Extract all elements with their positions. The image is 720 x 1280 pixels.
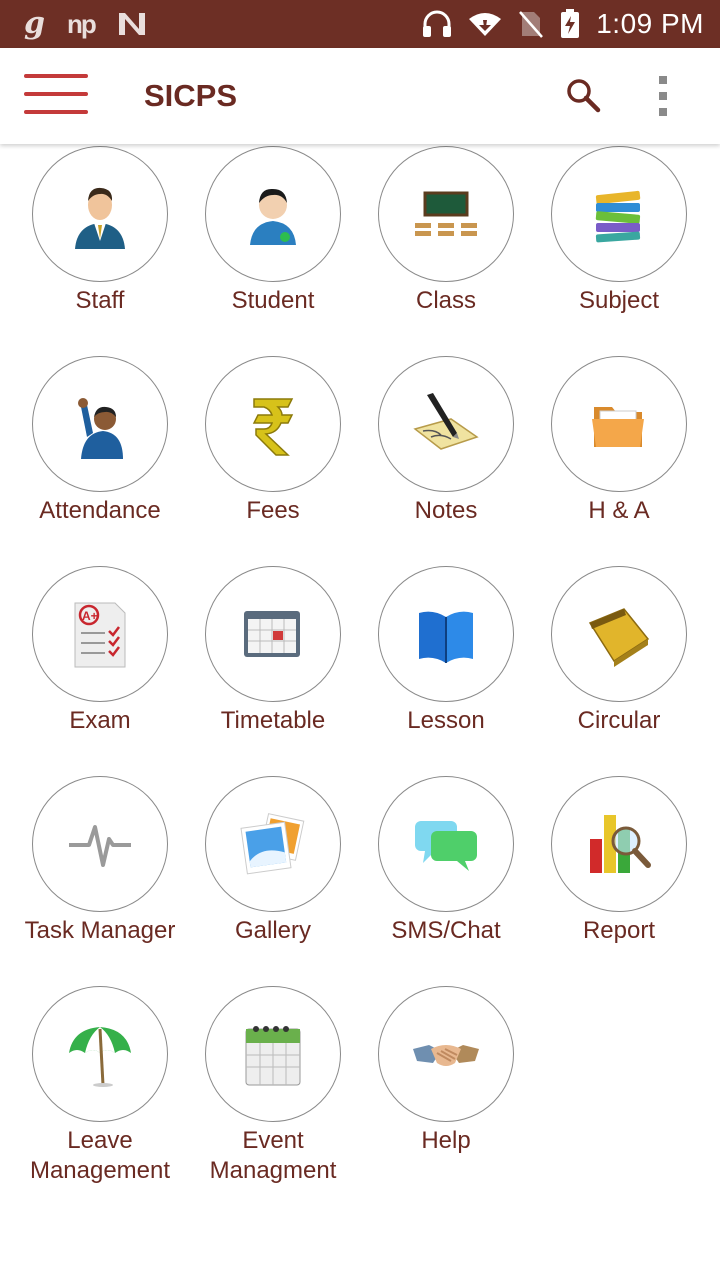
handshake-icon xyxy=(378,986,514,1122)
tile-label: Class xyxy=(415,287,476,314)
tile-label: Circular xyxy=(577,707,661,734)
exam-paper-icon: A+ xyxy=(32,566,168,702)
photos-icon xyxy=(205,776,341,912)
tile-label: H & A xyxy=(588,497,650,524)
tile-label: Timetable xyxy=(220,707,326,734)
staff-icon xyxy=(32,146,168,282)
tile-exam[interactable]: A+ Exam xyxy=(14,566,186,776)
report-chart-icon xyxy=(551,776,687,912)
tile-task-manager[interactable]: Task Manager xyxy=(14,776,186,986)
tile-timetable[interactable]: Timetable xyxy=(187,566,359,776)
tile-label: Attendance xyxy=(39,497,161,524)
tile-label: Exam xyxy=(69,707,131,734)
tile-fees[interactable]: Fees xyxy=(187,356,359,566)
clock: 1:09 PM xyxy=(596,8,704,39)
tile-sms-chat[interactable]: SMS/Chat xyxy=(360,776,532,986)
classroom-icon xyxy=(378,146,514,282)
tile-label: Lesson xyxy=(407,707,485,734)
n-notification-icon xyxy=(117,11,147,37)
hamburger-menu-icon[interactable] xyxy=(24,72,88,120)
app-title: SICPS xyxy=(144,78,238,113)
svg-text:A+: A+ xyxy=(82,609,98,623)
tile-subject[interactable]: Subject xyxy=(533,146,705,356)
pen-notepad-icon xyxy=(378,356,514,492)
tile-student[interactable]: Student xyxy=(187,146,359,356)
tile-label: Fees xyxy=(246,497,300,524)
wifi-icon xyxy=(468,11,502,37)
open-book-icon xyxy=(378,566,514,702)
event-calendar-icon xyxy=(205,986,341,1122)
tile-label: Leave Management xyxy=(29,1127,171,1184)
tile-class[interactable]: Class xyxy=(360,146,532,356)
tile-label: SMS/Chat xyxy=(391,917,501,944)
books-icon xyxy=(551,146,687,282)
g-icon: g xyxy=(24,6,45,41)
tile-staff[interactable]: Staff xyxy=(14,146,186,356)
battery-charging-icon xyxy=(560,9,580,39)
tile-gallery[interactable]: Gallery xyxy=(187,776,359,986)
tile-label: Report xyxy=(582,917,656,944)
calendar-icon xyxy=(205,566,341,702)
tile-help[interactable]: Help xyxy=(360,986,532,1196)
notepad-icon xyxy=(551,566,687,702)
student-icon xyxy=(205,146,341,282)
status-bar: g np 1:09 PM xyxy=(0,0,720,48)
rupee-icon xyxy=(205,356,341,492)
search-icon[interactable] xyxy=(563,76,603,116)
chat-bubbles-icon xyxy=(378,776,514,912)
tile-label: Subject xyxy=(578,287,660,314)
tile-label: Student xyxy=(231,287,315,314)
tile-label: Notes xyxy=(414,497,478,524)
tile-lesson[interactable]: Lesson xyxy=(360,566,532,776)
umbrella-icon xyxy=(32,986,168,1122)
overflow-menu-icon[interactable] xyxy=(648,74,678,120)
tile-label: Gallery xyxy=(234,917,312,944)
tile-label: Staff xyxy=(75,287,125,314)
tile-notes[interactable]: Notes xyxy=(360,356,532,566)
raised-hand-icon xyxy=(32,356,168,492)
np-icon: np xyxy=(66,9,97,39)
headphones-icon xyxy=(422,10,452,38)
tile-report[interactable]: Report xyxy=(533,776,705,986)
tile-label: Task Manager xyxy=(24,917,176,944)
no-sim-icon xyxy=(518,10,544,38)
tile-event-managment[interactable]: Event Managment xyxy=(187,986,359,1196)
tile-h-and-a[interactable]: H & A xyxy=(533,356,705,566)
folder-icon xyxy=(551,356,687,492)
tile-label: Event Managment xyxy=(209,1127,337,1184)
tile-attendance[interactable]: Attendance xyxy=(14,356,186,566)
app-bar: SICPS xyxy=(0,48,720,144)
pulse-icon xyxy=(32,776,168,912)
tile-circular[interactable]: Circular xyxy=(533,566,705,776)
tile-label: Help xyxy=(421,1127,471,1154)
tile-leave-management[interactable]: Leave Management xyxy=(14,986,186,1196)
